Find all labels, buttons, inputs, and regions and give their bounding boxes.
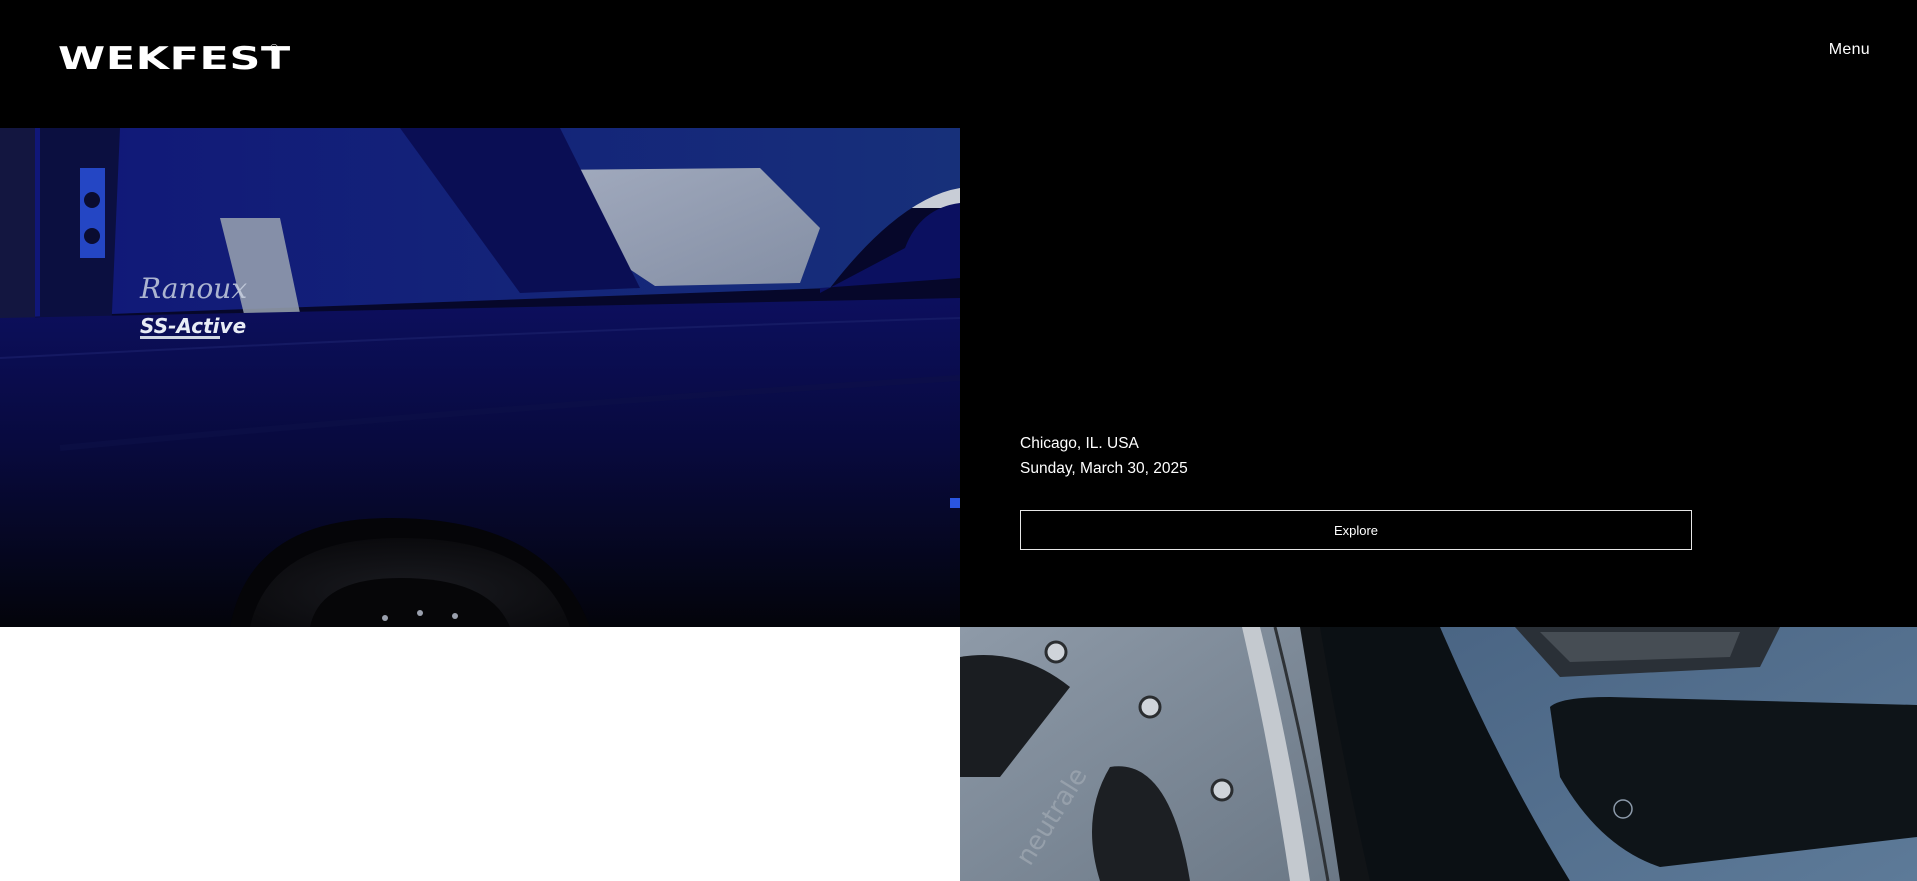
event-date: Sunday, March 30, 2025 bbox=[1020, 460, 1188, 477]
event-info-panel: Chicago, IL. USA Sunday, March 30, 2025 … bbox=[960, 128, 1917, 627]
event-location: Chicago, IL. USA bbox=[1020, 435, 1139, 452]
explore-button[interactable]: Explore bbox=[1020, 510, 1692, 550]
menu-button[interactable]: Menu bbox=[1829, 40, 1870, 60]
hero-wheel-image: neutrale bbox=[960, 627, 1917, 881]
svg-text:SS-Active: SS-Active bbox=[140, 314, 246, 338]
hero-car-image: Ranoux SS-Active bbox=[0, 128, 960, 627]
svg-text:Ranoux: Ranoux bbox=[139, 272, 247, 305]
site-header: WEKFEST ® Menu bbox=[0, 0, 1917, 128]
white-section bbox=[0, 627, 960, 881]
site-logo[interactable]: WEKFEST bbox=[58, 43, 291, 75]
registered-mark: ® bbox=[270, 43, 279, 55]
page: WEKFEST ® Menu Ranoux SS-Active Chicago,… bbox=[0, 0, 1917, 881]
